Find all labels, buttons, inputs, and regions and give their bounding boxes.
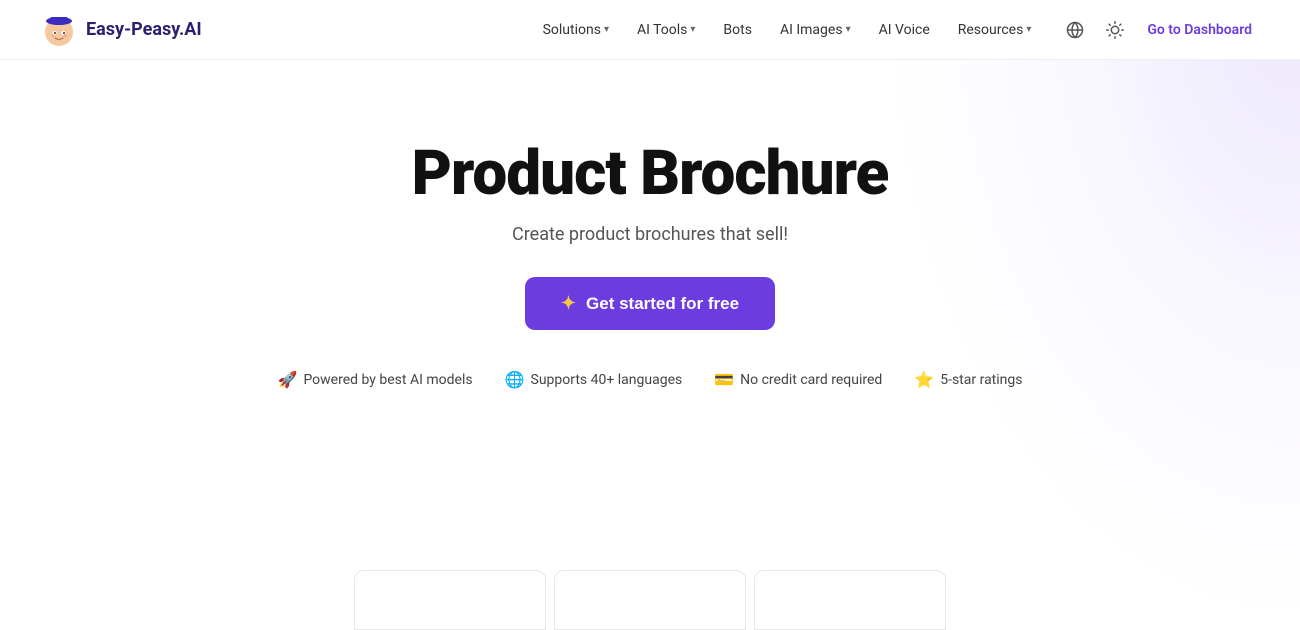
- feature-ai-models: 🚀 Powered by best AI models: [278, 370, 473, 389]
- card-stub-3: [754, 570, 946, 630]
- nav-icons: [1059, 14, 1131, 46]
- feature-no-credit-card-text: No credit card required: [740, 372, 882, 388]
- features-row: 🚀 Powered by best AI models 🌐 Supports 4…: [278, 370, 1023, 389]
- hero-subtitle: Create product brochures that sell!: [512, 224, 788, 245]
- page-title: Product Brochure: [412, 140, 889, 208]
- nav-item-solutions[interactable]: Solutions ▾: [531, 16, 621, 44]
- feature-ratings-text: 5-star ratings: [940, 372, 1022, 388]
- logo-text: Easy-Peasy.AI: [86, 19, 202, 40]
- feature-languages: 🌐 Supports 40+ languages: [505, 370, 683, 389]
- hero-section: Product Brochure Create product brochure…: [0, 60, 1300, 389]
- credit-card-icon: 💳: [714, 370, 734, 389]
- card-stub-1: [354, 570, 546, 630]
- logo-icon: [40, 11, 78, 49]
- chevron-down-icon: ▾: [604, 24, 609, 35]
- chevron-down-icon: ▾: [1026, 24, 1031, 35]
- card-stub-2: [554, 570, 746, 630]
- nav-item-ai-voice[interactable]: AI Voice: [867, 16, 942, 44]
- feature-ratings: ⭐ 5-star ratings: [914, 370, 1022, 389]
- star-icon: ⭐: [914, 370, 934, 389]
- feature-ai-models-text: Powered by best AI models: [303, 372, 472, 388]
- logo[interactable]: Easy-Peasy.AI: [40, 11, 202, 49]
- go-to-dashboard-button[interactable]: Go to Dashboard: [1139, 16, 1260, 44]
- nav-item-ai-images[interactable]: AI Images ▾: [768, 16, 863, 44]
- sparkle-icon: ✦: [561, 293, 576, 314]
- nav-item-resources[interactable]: Resources ▾: [946, 16, 1044, 44]
- language-icon[interactable]: [1059, 14, 1091, 46]
- nav-item-bots[interactable]: Bots: [711, 16, 764, 44]
- cards-hint: [350, 570, 950, 630]
- feature-no-credit-card: 💳 No credit card required: [714, 370, 882, 389]
- nav-links: Solutions ▾ AI Tools ▾ Bots AI Images ▾ …: [531, 16, 1044, 44]
- navbar: Easy-Peasy.AI Solutions ▾ AI Tools ▾ Bot…: [0, 0, 1300, 60]
- chevron-down-icon: ▾: [690, 24, 695, 35]
- rocket-icon: 🚀: [278, 370, 298, 389]
- globe-green-icon: 🌐: [505, 370, 525, 389]
- cta-label: Get started for free: [586, 294, 739, 314]
- get-started-button[interactable]: ✦ Get started for free: [525, 277, 775, 330]
- nav-item-ai-tools[interactable]: AI Tools ▾: [625, 16, 707, 44]
- theme-toggle-icon[interactable]: [1099, 14, 1131, 46]
- chevron-down-icon: ▾: [846, 24, 851, 35]
- feature-languages-text: Supports 40+ languages: [531, 372, 683, 388]
